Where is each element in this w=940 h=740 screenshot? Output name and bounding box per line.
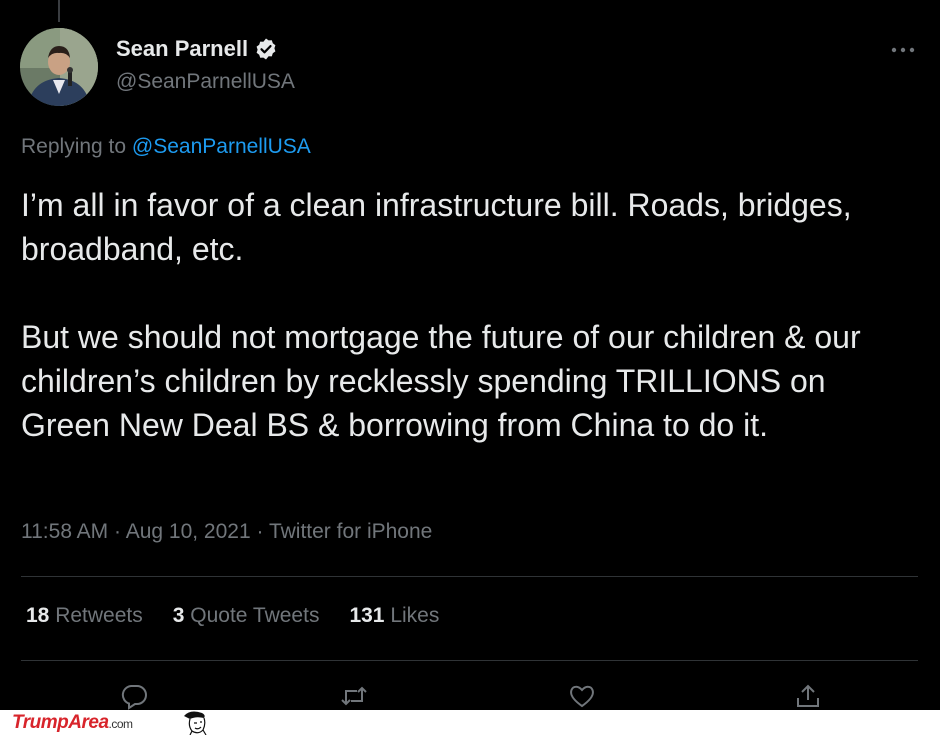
share-icon[interactable] (794, 682, 822, 710)
meta-separator: · (108, 520, 126, 543)
watermark-logo: TrumpArea.com (12, 712, 133, 734)
tweet-source[interactable]: Twitter for iPhone (269, 520, 432, 543)
reply-mention-link[interactable]: @SeanParnellUSA (132, 135, 311, 158)
tweet-date[interactable]: Aug 10, 2021 (126, 520, 251, 543)
retweets-count: 18 (26, 604, 50, 627)
likes-count: 131 (349, 604, 385, 627)
tweet-meta: 11:58 AM · Aug 10, 2021 · Twitter for iP… (21, 520, 432, 544)
like-icon[interactable] (568, 682, 596, 710)
author-handle[interactable]: @SeanParnellUSA (116, 70, 295, 94)
verified-badge-icon (256, 38, 276, 60)
divider (21, 576, 918, 577)
author-name[interactable]: Sean Parnell (116, 36, 248, 62)
tweet-paragraph: I’m all in favor of a clean infrastructu… (21, 187, 852, 267)
quote-tweets-stat[interactable]: 3 Quote Tweets (173, 604, 320, 628)
divider (21, 660, 918, 661)
likes-label: Likes (384, 604, 440, 627)
watermark-brand: TrumpArea (12, 712, 109, 733)
retweet-icon[interactable] (340, 682, 368, 710)
replying-to: Replying to @SeanParnellUSA (21, 135, 311, 159)
avatar[interactable] (20, 28, 98, 106)
retweets-stat[interactable]: 18 Retweets (26, 604, 143, 628)
retweets-label: Retweets (49, 604, 143, 627)
tweet-time[interactable]: 11:58 AM (21, 520, 108, 543)
tweet-paragraph: But we should not mortgage the future of… (21, 319, 861, 443)
watermark-caricature-icon (176, 710, 216, 736)
thread-connector-line (58, 0, 60, 22)
tweet-stats: 18 Retweets 3 Quote Tweets 131 Likes (26, 604, 439, 628)
tweet-card: Sean Parnell @SeanParnellUSA Replying to… (0, 0, 940, 710)
author-name-row[interactable]: Sean Parnell (116, 36, 278, 62)
tweet-text: I’m all in favor of a clean infrastructu… (21, 183, 921, 447)
more-options-icon[interactable] (888, 40, 918, 60)
watermark-bar: TrumpArea.com (0, 710, 940, 736)
quotes-label: Quote Tweets (184, 604, 320, 627)
watermark-suffix: .com (108, 717, 134, 731)
quotes-count: 3 (172, 604, 185, 627)
likes-stat[interactable]: 131 Likes (349, 604, 439, 628)
replying-to-label: Replying to (21, 135, 132, 158)
reply-icon[interactable] (120, 682, 148, 710)
meta-separator: · (250, 520, 269, 543)
